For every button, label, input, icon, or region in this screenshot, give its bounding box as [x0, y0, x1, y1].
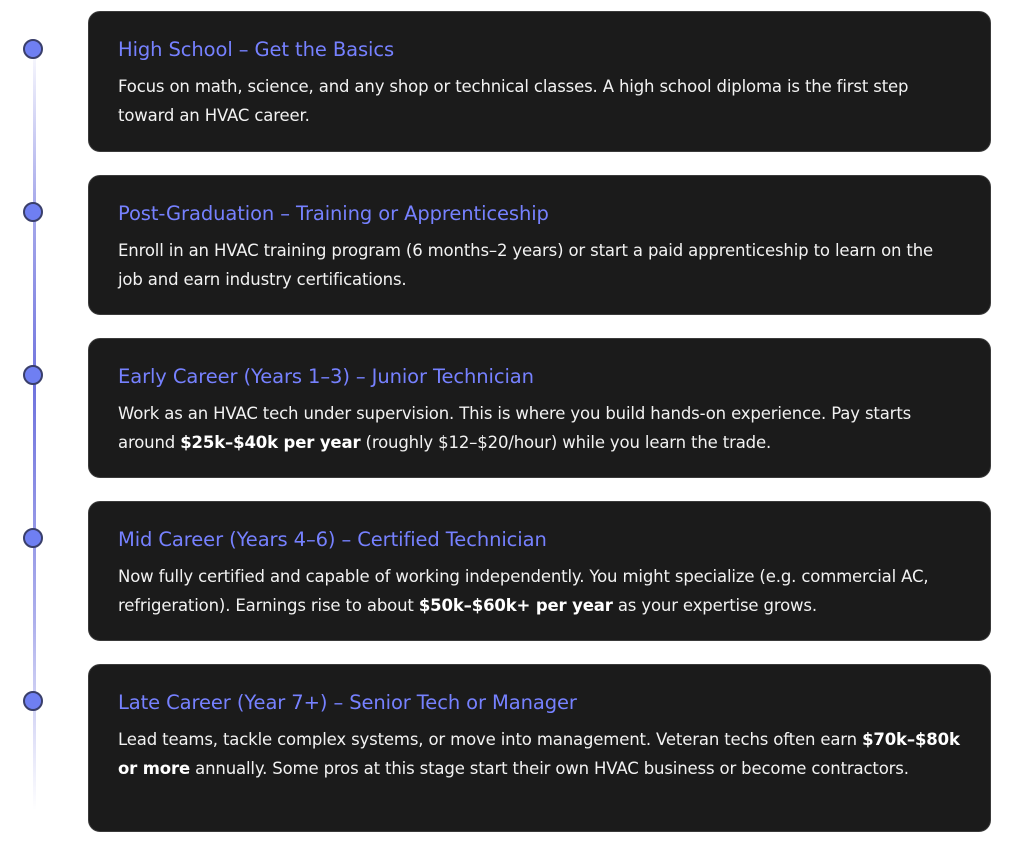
timeline-dot-3 — [23, 365, 43, 385]
description-text: (roughly $12–$20/hour) while you learn t… — [360, 433, 772, 452]
card-title: Late Career (Year 7+) – Senior Tech or M… — [118, 691, 577, 714]
salary-highlight: $50k–$60k+ per year — [418, 596, 613, 615]
card-description: Lead teams, tackle complex systems, or m… — [118, 725, 960, 783]
timeline-card-post-graduation: Post-Graduation – Training or Apprentice… — [88, 175, 991, 315]
card-title: High School – Get the Basics — [118, 38, 395, 61]
card-description: Work as an HVAC tech under supervision. … — [118, 399, 960, 457]
timeline-dot-5 — [23, 691, 43, 711]
description-text: Focus on math, science, and any shop or … — [118, 77, 909, 125]
card-title: Post-Graduation – Training or Apprentice… — [118, 202, 549, 225]
card-description: Focus on math, science, and any shop or … — [118, 72, 960, 130]
card-title: Early Career (Years 1–3) – Junior Techni… — [118, 365, 534, 388]
card-title: Mid Career (Years 4–6) – Certified Techn… — [118, 528, 547, 551]
description-text: as your expertise grows. — [612, 596, 817, 615]
timeline-card-late-career: Late Career (Year 7+) – Senior Tech or M… — [88, 664, 991, 832]
timeline-dot-1 — [23, 39, 43, 59]
description-text: Enroll in an HVAC training program (6 mo… — [118, 241, 934, 289]
card-description: Now fully certified and capable of worki… — [118, 562, 960, 620]
card-description: Enroll in an HVAC training program (6 mo… — [118, 236, 960, 294]
timeline-card-high-school: High School – Get the Basics Focus on ma… — [88, 11, 991, 152]
description-text: Lead teams, tackle complex systems, or m… — [118, 730, 863, 749]
timeline-dot-4 — [23, 528, 43, 548]
timeline-card-early-career: Early Career (Years 1–3) – Junior Techni… — [88, 338, 991, 478]
description-text: annually. Some pros at this stage start … — [190, 759, 909, 778]
timeline-card-mid-career: Mid Career (Years 4–6) – Certified Techn… — [88, 501, 991, 641]
timeline-dot-2 — [23, 202, 43, 222]
salary-highlight: $25k–$40k per year — [180, 433, 361, 452]
